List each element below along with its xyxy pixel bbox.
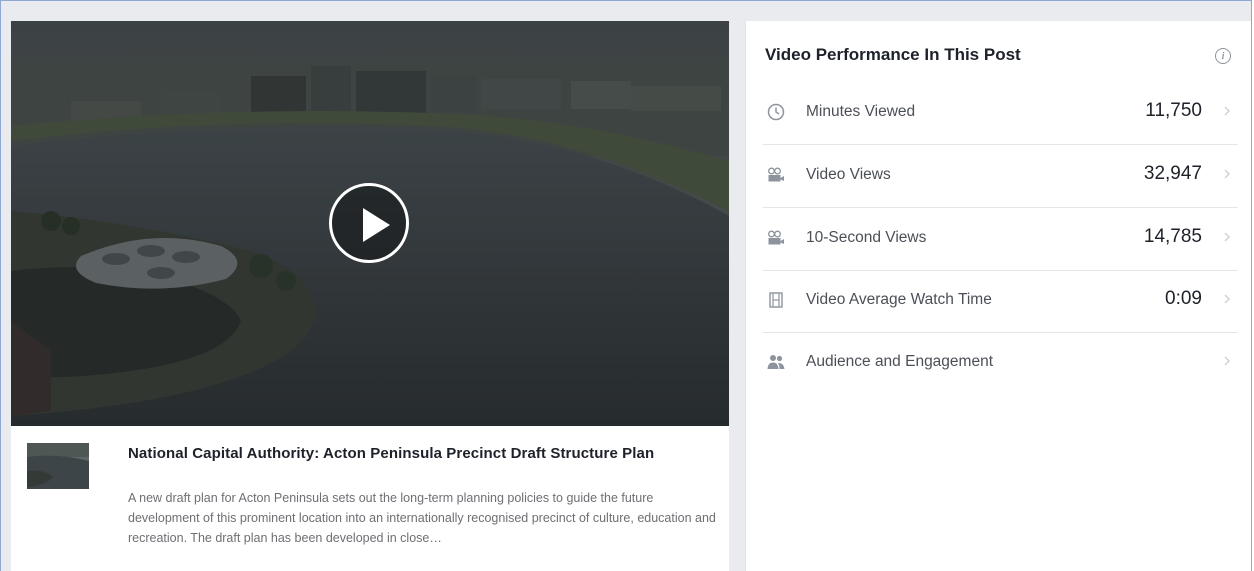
stat-label: 10-Second Views [806,229,927,246]
stat-value: 14,785 [1143,226,1202,247]
stat-value: 32,947 [1143,163,1202,184]
panel-title: Video Performance In This Post [765,45,1021,64]
film-icon [769,292,783,308]
stat-label: Video Views [806,166,891,183]
stat-value: 0:09 [1165,288,1202,309]
video-performance-panel: Video Performance In This Post i Minutes… [745,21,1251,571]
people-icon [767,355,785,369]
post-info: National Capital Authority: Acton Penins… [11,426,729,571]
chevron-right-icon [1224,232,1230,242]
stat-label: Minutes Viewed [806,103,916,120]
stat-value: 11,750 [1145,100,1202,121]
chevron-right-icon [1224,356,1230,366]
video-title[interactable]: National Capital Authority: Acton Penins… [128,444,720,463]
stat-row-video-views[interactable]: Video Views 32,947 [763,145,1238,208]
clock-icon [767,103,785,121]
stat-row-10-second-views[interactable]: 10-Second Views 14,785 [763,208,1238,271]
play-icon [363,208,390,242]
stat-row-audience-engagement[interactable]: Audience and Engagement [763,332,1238,394]
stat-label: Video Average Watch Time [806,291,992,308]
video-player[interactable] [11,21,729,426]
chevron-right-icon [1224,106,1230,116]
video-camera-icon [768,230,784,245]
play-button[interactable] [329,183,409,263]
video-post-card: National Capital Authority: Acton Penins… [11,21,729,571]
video-thumbnail[interactable] [27,443,89,489]
stat-row-minutes-viewed[interactable]: Minutes Viewed 11,750 [763,82,1238,145]
chevron-right-icon [1224,294,1230,304]
stat-label: Audience and Engagement [806,353,994,370]
chevron-right-icon [1224,169,1230,179]
video-description: A new draft plan for Acton Peninsula set… [128,491,716,545]
video-camera-icon [768,167,784,182]
stat-row-average-watch-time[interactable]: Video Average Watch Time 0:09 [763,270,1238,333]
info-icon[interactable]: i [1215,48,1231,64]
